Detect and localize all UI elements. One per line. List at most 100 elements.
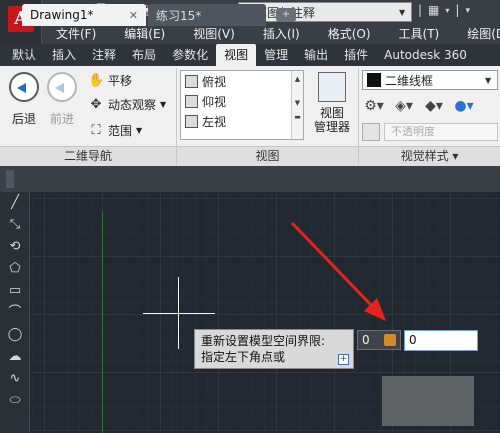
forward-label: 前进 (49, 112, 74, 126)
menu-bar: 文件(F) 编辑(E) 视图(V) 插入(I) 格式(O) 工具(T) 绘图(D… (42, 24, 500, 44)
tab-scroll-handle[interactable] (6, 170, 14, 188)
separator-icon: | (418, 3, 423, 17)
face-style-icon[interactable]: ◆▾ (422, 96, 446, 116)
opacity-control[interactable]: 不透明度 (362, 122, 498, 142)
doc-tab-drawing1[interactable]: Drawing1* ✕ (22, 4, 146, 26)
prompt-line-2: 指定左下角点或 (201, 350, 286, 364)
view-manager-button[interactable]: 视图 管理器 (310, 72, 354, 134)
view-item-top[interactable]: 俯视 (181, 71, 303, 91)
expand-options-icon[interactable]: + (338, 354, 349, 365)
new-tab-icon[interactable]: + (276, 8, 296, 22)
close-icon[interactable]: ✕ (129, 9, 138, 22)
back-label: 后退 (11, 112, 36, 126)
crosshair-vertical (178, 277, 179, 349)
spline-icon[interactable]: ∿ (0, 368, 30, 390)
separator-icon: | (455, 3, 460, 17)
visual-styles-panel-title[interactable]: 视觉样式 ▾ (359, 146, 500, 166)
layer-tools-icon[interactable]: ▦ (428, 3, 439, 19)
named-views-list[interactable]: 俯视 仰视 左视 ▲ ▼ ▬ (180, 70, 304, 140)
hand-icon: ✋ (88, 73, 105, 88)
ribbon-tabs: 默认 插入 注释 布局 参数化 视图 管理 输出 插件 Autodesk 360 (0, 44, 500, 66)
revision-cloud-icon[interactable]: ☁ (0, 346, 30, 368)
visual-style-value: 二维线框 (385, 73, 434, 88)
menu-draw[interactable]: 绘图(D) (453, 24, 500, 44)
view-item-label: 仰视 (202, 94, 227, 109)
magnifier-forward-icon (47, 72, 77, 102)
menu-format[interactable]: 格式(O) (314, 24, 385, 44)
orbit-icon: ✥ (90, 97, 102, 112)
extent-button[interactable]: ⛶ 范围 ▼ (88, 122, 142, 139)
ribbon-panel: 后退 前进 ✋ 平移 ✥ 动态观察 ▼ ⛶ 范围 ▼ 二维导航 俯视 仰视 左视… (0, 66, 500, 166)
visual-style-swatch-icon (367, 73, 381, 87)
cube-top-icon (185, 74, 198, 88)
menu-insert[interactable]: 插入(I) (249, 24, 314, 44)
chevron-down-icon: ▼ (136, 126, 143, 135)
tab-home[interactable]: 默认 (4, 44, 44, 66)
rectangle-icon[interactable]: ▭ (0, 280, 30, 302)
menu-view[interactable]: 视图(V) (179, 24, 249, 44)
doc-tab-label: 练习15* (156, 8, 202, 23)
tab-layout[interactable]: 布局 (124, 44, 164, 66)
construction-line-icon[interactable]: ⤡ (0, 214, 30, 236)
tab-parametric[interactable]: 参数化 (164, 44, 216, 66)
nav-panel-title[interactable]: 二维导航 (0, 146, 176, 166)
menu-edit[interactable]: 编辑(E) (110, 24, 179, 44)
customize-qat-icon[interactable]: ▾ (465, 3, 470, 19)
menu-file[interactable]: 文件(F) (42, 24, 110, 44)
polygon-icon[interactable]: ⬠ (0, 258, 30, 280)
prompt-line-1: 重新设置模型空间界限: (201, 334, 326, 348)
blurred-overlay (382, 376, 474, 426)
view-item-label: 俯视 (202, 74, 227, 89)
chevron-down-icon[interactable]: ▾ (445, 3, 449, 19)
arc-icon[interactable]: ⌒ (0, 302, 30, 324)
y-coordinate-input[interactable]: 0 (404, 330, 478, 351)
views-panel-title[interactable]: 视图 (177, 146, 358, 166)
menu-tools[interactable]: 工具(T) (385, 24, 454, 44)
polyline-icon[interactable]: ⟲ (0, 236, 30, 258)
chevron-down-icon: ▼ (399, 7, 406, 17)
cube-left-icon (185, 114, 198, 128)
magnifier-back-icon (9, 72, 39, 102)
view-item-label: 左视 (202, 114, 227, 129)
y-axis-line (102, 212, 103, 433)
crosshair-horizontal (143, 313, 215, 314)
view-manager-label-1: 视图 (319, 106, 344, 120)
edge-effects-icon[interactable]: ⚙▾ (362, 96, 386, 116)
tab-annotate[interactable]: 注释 (84, 44, 124, 66)
view-item-bottom[interactable]: 仰视 (181, 91, 303, 111)
extent-label: 范围 (108, 124, 133, 138)
opacity-field: 不透明度 (384, 123, 498, 141)
doc-tab-label: Drawing1* (30, 8, 94, 22)
pan-label: 平移 (108, 74, 133, 88)
shadow-icon[interactable]: ◈▾ (392, 96, 416, 116)
pan-button[interactable]: ✋ 平移 (88, 72, 132, 89)
visual-style-combo[interactable]: 二维线框 ▼ (362, 70, 498, 90)
circle-icon[interactable]: ◯ (0, 324, 30, 346)
chevron-down-icon: ▼ (160, 100, 167, 109)
tab-view[interactable]: 视图 (216, 44, 257, 66)
color-icon[interactable]: ●▾ (452, 96, 476, 116)
tab-insert[interactable]: 插入 (44, 44, 84, 66)
tab-plugins[interactable]: 插件 (336, 44, 376, 66)
chevron-down-icon: ▼ (485, 75, 492, 85)
tab-output[interactable]: 输出 (296, 44, 336, 66)
cube-bottom-icon (185, 94, 198, 108)
doc-tab-exercise15[interactable]: 练习15* (148, 4, 266, 26)
dynamic-input-prompt: 重新设置模型空间界限: 指定左下角点或 + (194, 329, 354, 369)
line-icon[interactable]: ╱ (0, 192, 30, 214)
document-tabs (0, 166, 500, 192)
list-scrollbar[interactable]: ▲ ▼ ▬ (291, 71, 303, 139)
ellipse-icon[interactable]: ⬭ (0, 390, 30, 412)
orbit-button[interactable]: ✥ 动态观察 ▼ (88, 96, 167, 113)
view-manager-icon (318, 72, 346, 102)
back-button[interactable]: 后退 (6, 72, 42, 127)
view-item-left[interactable]: 左视 (181, 111, 303, 131)
draw-toolbar: ╱ ⤡ ⟲ ⬠ ▭ ⌒ ◯ ☁ ∿ ⬭ (0, 192, 30, 433)
orbit-label: 动态观察 (108, 98, 157, 112)
view-manager-label-2: 管理器 (313, 120, 350, 134)
zoom-extents-icon: ⛶ (91, 123, 101, 138)
tab-autodesk-360[interactable]: Autodesk 360 (376, 44, 475, 66)
xray-icon (362, 123, 380, 141)
forward-button[interactable]: 前进 (44, 72, 80, 127)
tab-manage[interactable]: 管理 (256, 44, 296, 66)
